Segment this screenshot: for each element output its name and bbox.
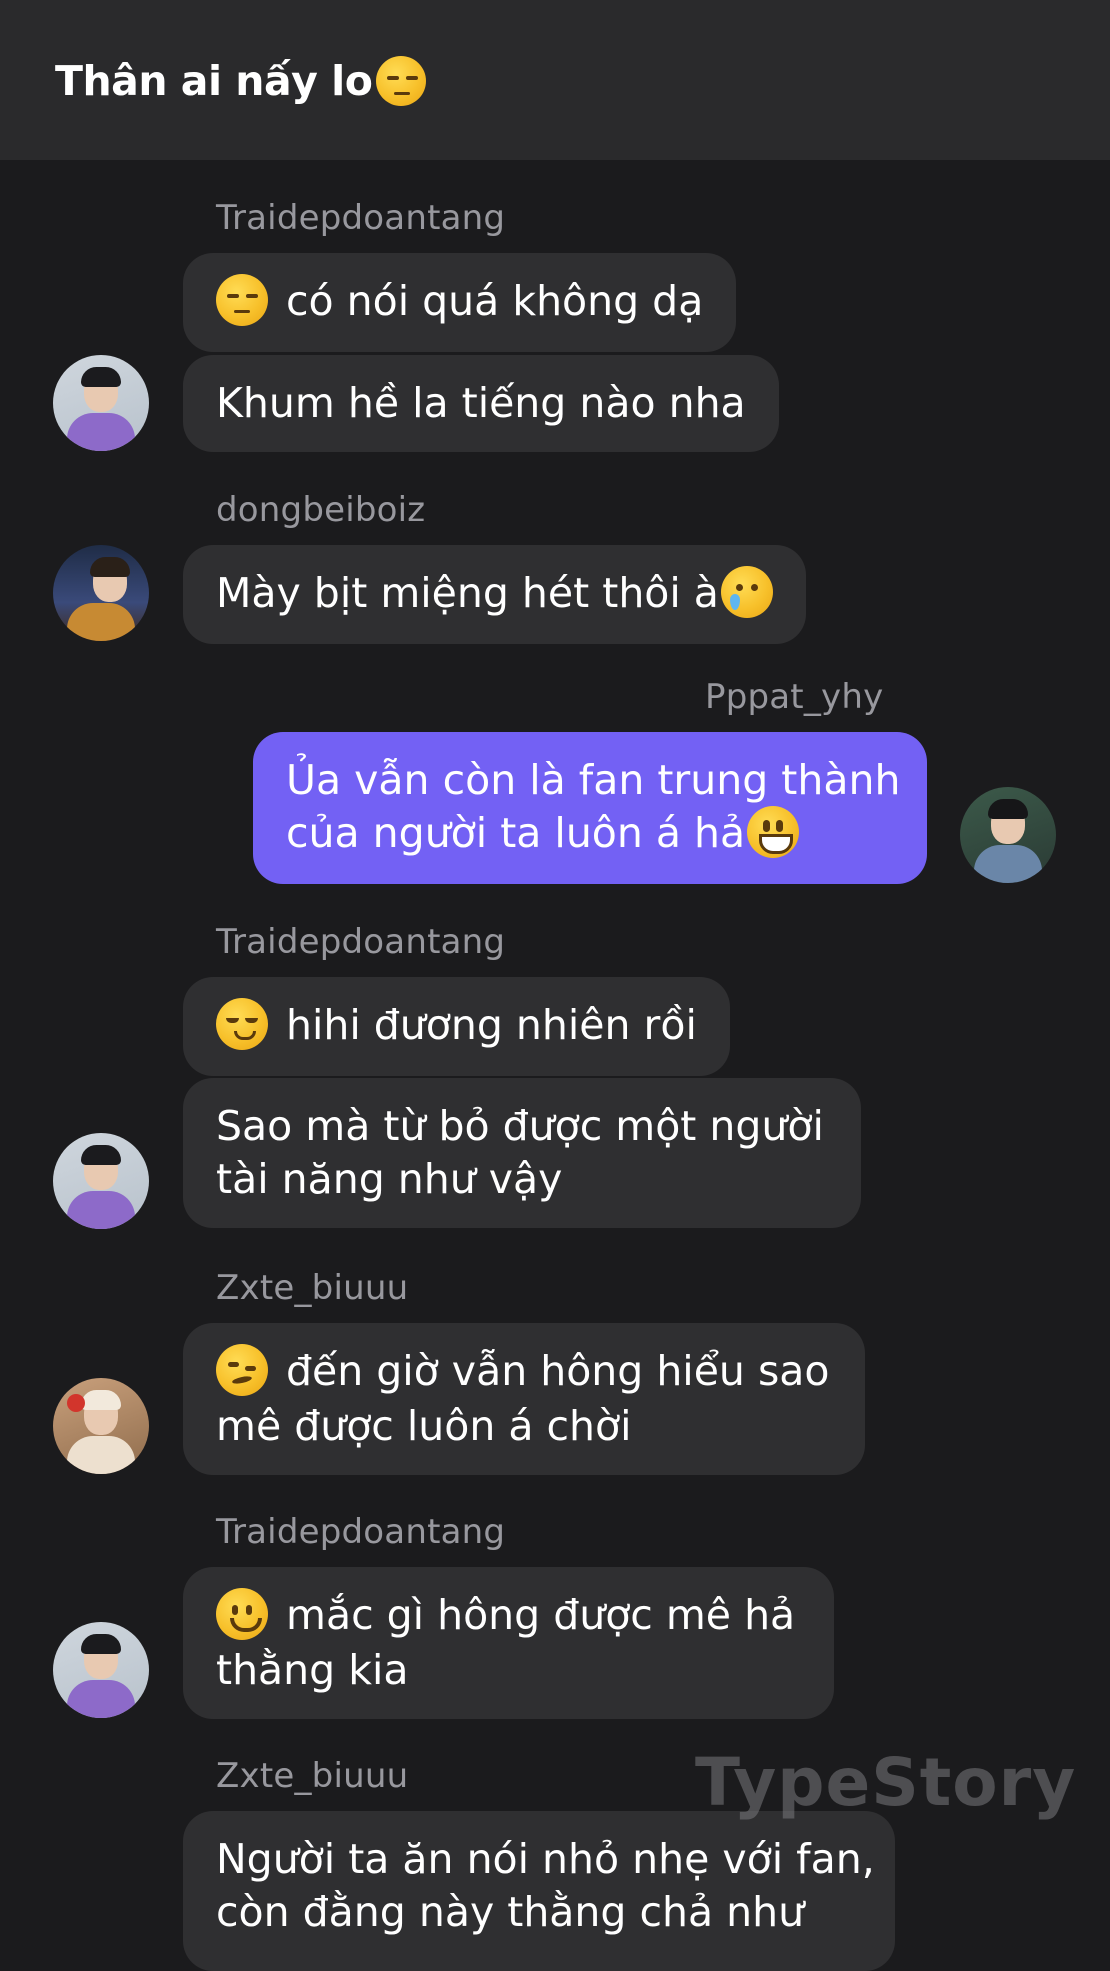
sender-name: Pppat_yhy [705,677,884,717]
unamused-emoji-icon [376,56,427,106]
message-text: hihi đương nhiên rồi [286,1001,697,1049]
typestory-watermark: TypeStory [695,1744,1077,1821]
sender-name: Traidepdoantang [216,1512,506,1552]
chat-title-text: Thân ai nấy lo [55,57,373,105]
message-bubble[interactable]: Sao mà từ bỏ được một người tài năng như… [183,1078,861,1228]
message-text: đến giờ vẫn hông hiểu sao [286,1347,830,1395]
sender-name: Traidepdoantang [216,198,506,238]
sender-name: dongbeiboiz [216,490,426,530]
face-holding-back-tears-emoji-icon [720,566,773,618]
message-bubble[interactable]: mắc gì hông được mê hả thằng kia [183,1567,834,1719]
message-text: có nói quá không dạ [286,277,704,325]
avatar[interactable] [53,545,149,641]
message-bubble[interactable]: đến giờ vẫn hông hiểu sao mê được luôn á… [183,1323,865,1475]
outgoing-message-bubble[interactable]: Ủa vẫn còn là fan trung thành của người … [253,732,927,884]
avatar[interactable] [53,1133,149,1229]
avatar[interactable] [960,787,1056,883]
message-bubble[interactable]: có nói quá không dạ [183,253,737,352]
slightly-smiling-face-emoji-icon [216,1588,268,1640]
message-text: Sao mà từ bỏ được một người [216,1102,824,1150]
chat-title: Thân ai nấy lo [55,56,427,106]
message-text: mắc gì hông được mê hả [286,1591,796,1639]
message-bubble[interactable]: Mày bịt miệng hét thôi à [183,545,806,644]
message-text: Mày bịt miệng hét thôi à [216,569,719,617]
message-text: của người ta luôn á hả [286,809,746,857]
avatar[interactable] [53,1378,149,1474]
unamused-emoji-icon [216,274,268,326]
avatar[interactable] [53,355,149,451]
message-text: thằng kia [216,1646,409,1694]
chat-header: Thân ai nấy lo [0,0,1110,160]
message-bubble[interactable]: Người ta ăn nói nhỏ nhẹ với fan, còn đằn… [183,1811,895,1971]
message-text: Ủa vẫn còn là fan trung thành [286,756,901,804]
message-bubble[interactable]: hihi đương nhiên rồi [183,977,730,1076]
woozy-face-emoji-icon [216,1344,268,1396]
avatar[interactable] [53,1622,149,1718]
message-text: Khum hề la tiếng nào nha [216,379,746,427]
message-text: còn đằng này thằng chả như [216,1888,805,1936]
relieved-face-emoji-icon [216,998,268,1050]
sender-name: Zxte_biuuu [216,1756,409,1796]
message-bubble[interactable]: Khum hề la tiếng nào nha [183,355,779,452]
grinning-face-emoji-icon [747,806,800,858]
message-text: mê được luôn á chời [216,1402,632,1450]
sender-name: Zxte_biuuu [216,1268,409,1308]
message-text: tài năng như vậy [216,1155,563,1203]
sender-name: Traidepdoantang [216,922,506,962]
message-list: Traidepdoantang có nói quá không dạ Khum… [0,160,1110,1971]
message-text: Người ta ăn nói nhỏ nhẹ với fan, [216,1835,875,1883]
